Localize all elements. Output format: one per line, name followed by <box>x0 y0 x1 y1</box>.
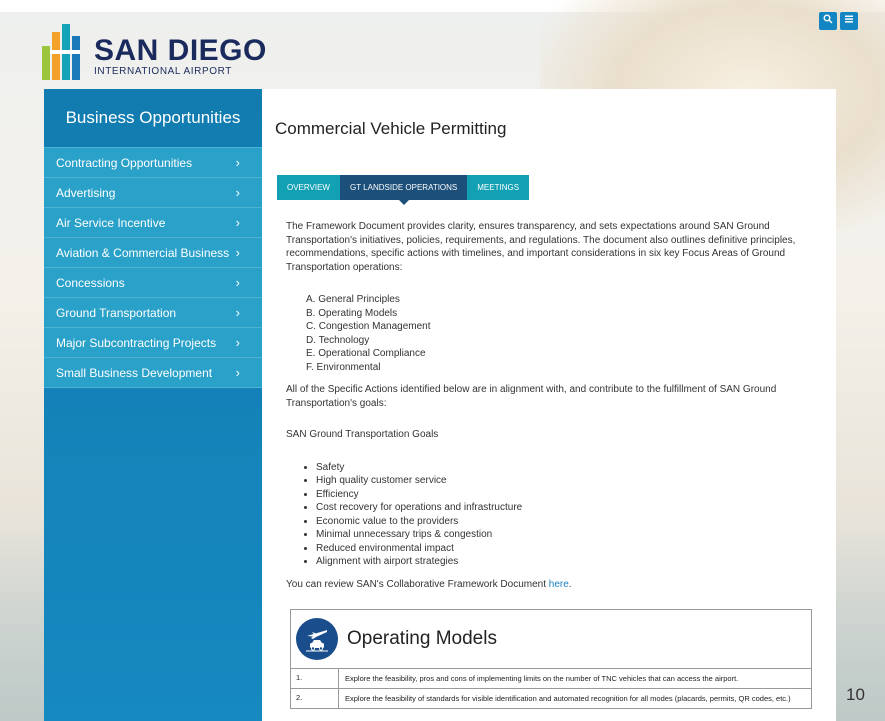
list-item: E. Operational Compliance <box>306 348 426 359</box>
intro-paragraph: The Framework Document provides clarity,… <box>286 221 796 273</box>
sidebar-item-major-subcontracting-projects[interactable]: Major Subcontracting Projects › <box>44 327 262 357</box>
list-item: Reduced environmental impact <box>316 542 814 556</box>
sidebar-item-label: Advertising <box>56 185 116 200</box>
chevron-right-icon: › <box>235 275 240 290</box>
tab-gt-landside-operations[interactable]: GT LANDSIDE OPERATIONS <box>339 175 468 205</box>
list-item: Cost recovery for operations and infrast… <box>316 501 814 515</box>
sidebar-item-label: Ground Transportation <box>56 305 177 320</box>
table-row: 1. Explore the feasibility, pros and con… <box>291 669 811 689</box>
list-item: Economic value to the providers <box>316 515 814 529</box>
page-title: Commercial Vehicle Permitting <box>275 119 507 138</box>
alignment-paragraph: All of the Specific Actions identified b… <box>286 384 777 409</box>
table-header: Operating Models <box>291 610 811 669</box>
sidebar-item-label: Contracting Opportunities <box>56 155 193 170</box>
airplane-car-icon <box>296 618 338 660</box>
row-text: Explore the feasibility of standards for… <box>345 694 791 703</box>
tab-bar: OVERVIEW GT LANDSIDE OPERATIONS MEETINGS <box>277 175 530 205</box>
review-text: You can review SAN's Collaborative Frame… <box>286 578 549 590</box>
chevron-right-icon: › <box>235 185 240 200</box>
sidebar-item-label: Air Service Incentive <box>56 215 166 230</box>
list-item: Safety <box>316 461 814 475</box>
menu-icon <box>845 15 853 23</box>
list-item: F. Environmental <box>306 361 381 373</box>
search-button[interactable] <box>819 12 837 30</box>
sidebar-item-air-service-incentive[interactable]: Air Service Incentive › <box>44 207 262 237</box>
list-item: Minimal unnecessary trips & congestion <box>316 528 814 542</box>
table-row: 2. Explore the feasibility of standards … <box>291 689 811 708</box>
search-icon <box>823 14 833 24</box>
sidebar-item-label: Concessions <box>56 275 125 290</box>
row-text: Explore the feasibility, pros and cons o… <box>345 674 739 683</box>
chevron-right-icon: › <box>235 305 240 320</box>
review-paragraph: You can review SAN's Collaborative Frame… <box>286 578 814 592</box>
menu-button[interactable] <box>840 12 858 30</box>
page-number: 10 <box>846 685 865 704</box>
table-title: Operating Models <box>347 628 497 649</box>
list-item: High quality customer service <box>316 474 814 488</box>
tab-meetings[interactable]: MEETINGS <box>467 175 530 200</box>
sidebar-item-aviation-commercial-business[interactable]: Aviation & Commercial Business › <box>44 237 262 267</box>
main-content: Commercial Vehicle Permitting OVERVIEW G… <box>262 89 836 721</box>
chevron-right-icon: › <box>235 335 240 350</box>
list-item: Alignment with airport strategies <box>316 555 814 569</box>
logo-mark-icon <box>42 24 88 80</box>
sidebar-item-label: Small Business Development <box>56 365 213 380</box>
sidebar-item-concessions[interactable]: Concessions › <box>44 267 262 297</box>
chevron-right-icon: › <box>235 365 240 380</box>
list-item: A. General Principles <box>306 294 400 305</box>
tab-overview[interactable]: OVERVIEW <box>277 175 340 200</box>
logo-subtitle: INTERNATIONAL AIRPORT <box>94 66 232 77</box>
sidebar-item-label: Aviation & Commercial Business <box>56 245 230 260</box>
operating-models-table: Operating Models 1. Explore the feasibil… <box>290 609 812 709</box>
sidebar-item-label: Major Subcontracting Projects <box>56 335 217 350</box>
sidebar-item-ground-transportation[interactable]: Ground Transportation › <box>44 297 262 327</box>
sidebar-item-small-business-development[interactable]: Small Business Development › <box>44 357 262 388</box>
goals-list: Safety High quality customer service Eff… <box>286 461 814 569</box>
focus-areas-list: A. General Principles B. Operating Model… <box>306 293 814 374</box>
row-number: 2. <box>291 689 339 708</box>
chevron-right-icon: › <box>235 155 240 170</box>
list-item: B. Operating Models <box>306 307 398 319</box>
list-item: Efficiency <box>316 488 814 502</box>
review-end: . <box>568 578 572 590</box>
sidebar: Business Opportunities Contracting Oppor… <box>44 89 262 721</box>
sidebar-item-contracting-opportunities[interactable]: Contracting Opportunities › <box>44 147 262 177</box>
sidebar-title: Business Opportunities <box>65 108 241 127</box>
goals-heading: SAN Ground Transportation Goals <box>286 429 439 440</box>
chevron-right-icon: › <box>235 215 240 230</box>
list-item: C. Congestion Management <box>306 321 431 332</box>
list-item: D. Technology <box>306 334 370 346</box>
framework-document-link[interactable]: here <box>549 579 569 590</box>
logo-name: SAN DIEGO <box>94 34 267 67</box>
article-body: The Framework Document provides clarity,… <box>286 220 814 591</box>
chevron-right-icon: › <box>235 245 240 260</box>
airport-logo[interactable]: SAN DIEGO INTERNATIONAL AIRPORT <box>42 24 266 80</box>
row-number: 1. <box>291 669 339 688</box>
sidebar-item-advertising[interactable]: Advertising › <box>44 177 262 207</box>
